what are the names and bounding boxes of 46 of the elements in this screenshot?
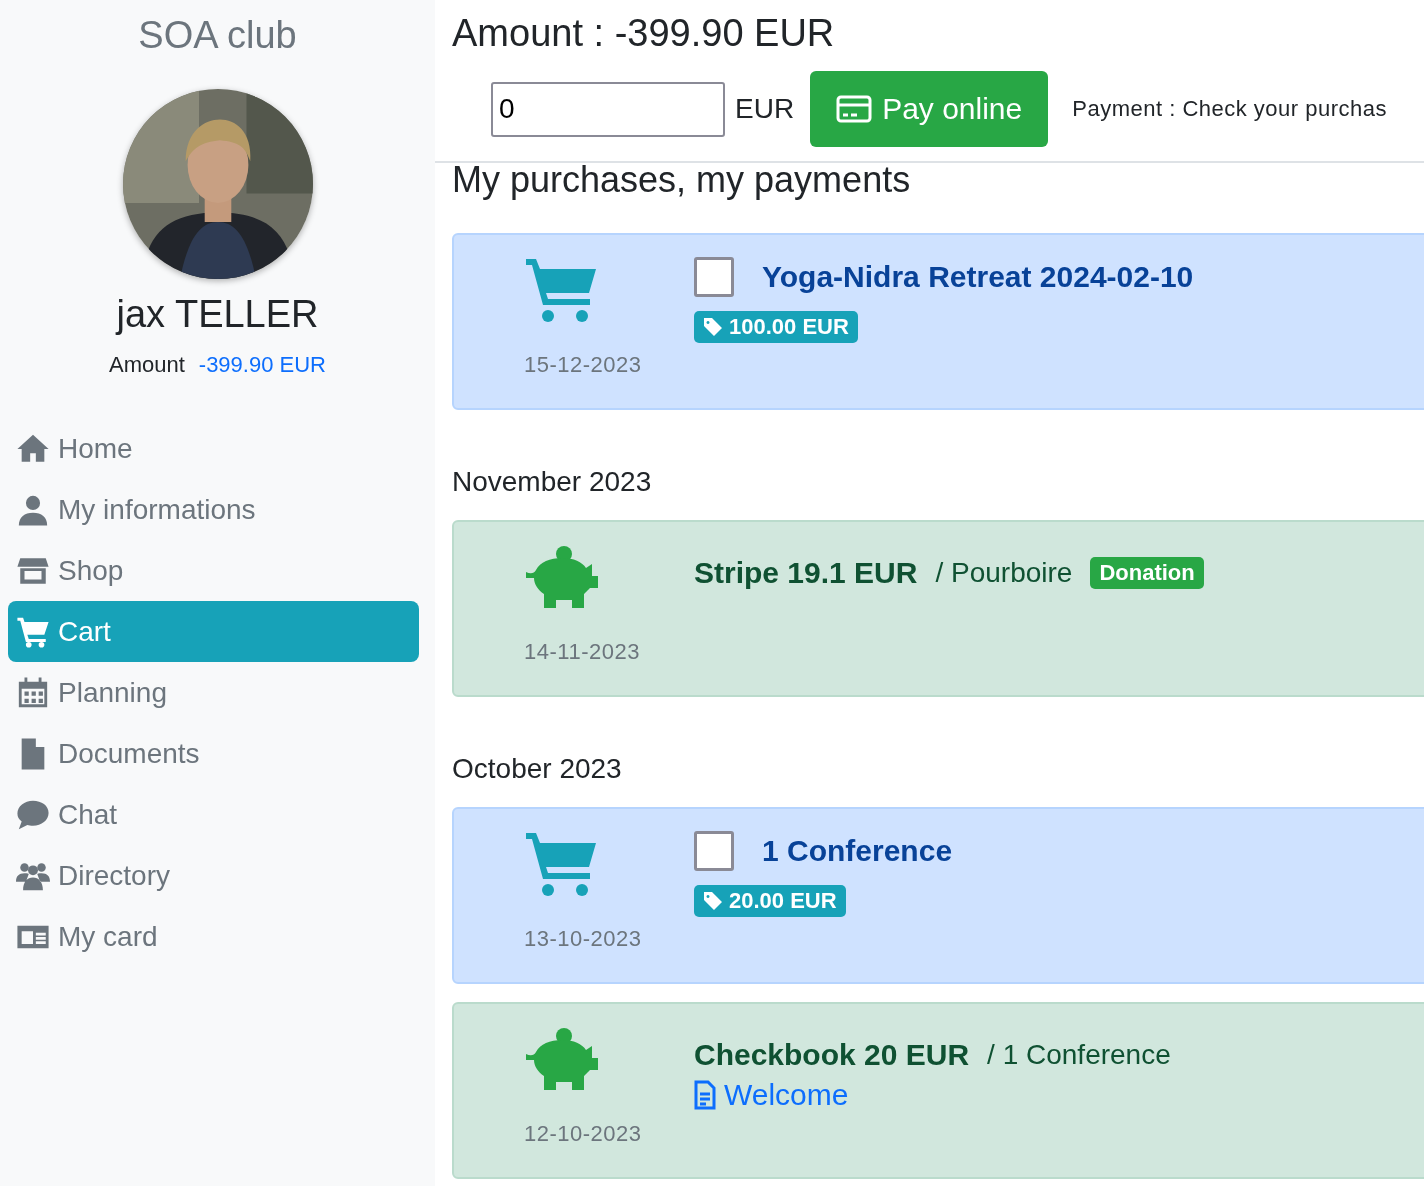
month-heading: October 2023 [452, 753, 623, 785]
piggy-bank-icon [524, 544, 598, 610]
payment-title: Checkbook 20 EUR [694, 1038, 970, 1072]
nav-item[interactable]: Home [8, 418, 419, 479]
brand-title: SOA club [138, 14, 297, 57]
amount-title: Amount : -399.90 EUR [452, 12, 836, 55]
user-name: jax TELLER [116, 293, 319, 336]
purchase-title: 1 Conference [762, 834, 953, 868]
nav-item[interactable]: My card [8, 906, 419, 967]
entry-date: 13-10-2023 [524, 926, 643, 952]
price-badge: 20.00 EUR [694, 885, 846, 917]
credit-card-icon [836, 95, 873, 123]
checkbox[interactable] [694, 257, 734, 297]
amount-label: Amount [109, 352, 185, 378]
amount-field[interactable]: 0 [491, 81, 725, 137]
payment-detail: / 1 Conference [987, 1039, 1171, 1071]
nav-item[interactable]: Chat [8, 784, 419, 845]
cart-icon [524, 831, 598, 897]
calendar-icon [16, 675, 50, 710]
nav-item[interactable]: Planning [8, 662, 419, 723]
month-heading: November 2023 [452, 466, 653, 498]
entry-date: 15-12-2023 [524, 352, 643, 378]
category-tag: Donation [1090, 557, 1204, 589]
nav-item[interactable]: Shop [8, 540, 419, 601]
section-title: My purchases, my payments [452, 159, 912, 201]
document-link[interactable]: Welcome [694, 1078, 849, 1112]
tag-icon [703, 891, 723, 911]
entry-date: 12-10-2023 [524, 1121, 643, 1147]
nav-item[interactable]: Directory [8, 845, 419, 906]
amount-value: -399.90 EUR [198, 352, 326, 378]
document-icon [694, 1080, 716, 1110]
pay-online-button[interactable]: Pay online [810, 71, 1049, 147]
checkbox[interactable] [694, 831, 734, 871]
currency-label: EUR [735, 93, 795, 125]
purchase-title: Yoga-Nidra Retreat 2024-02-10 [762, 260, 1194, 294]
nav-item[interactable]: Cart [8, 601, 419, 662]
piggy-bank-icon [524, 1026, 598, 1092]
tag-icon [703, 317, 723, 337]
nav-item[interactable]: Documents [8, 723, 419, 784]
payment-title: Stripe 19.1 EUR [694, 556, 918, 590]
payment-detail: / Pourboire [935, 557, 1073, 589]
cart-icon [524, 257, 598, 323]
nav-item[interactable]: My informations [8, 479, 419, 540]
entry-date: 14-11-2023 [524, 639, 641, 665]
payment-note: Payment : Check your purchas [1072, 96, 1388, 122]
price-badge: 100.00 EUR [694, 311, 858, 343]
